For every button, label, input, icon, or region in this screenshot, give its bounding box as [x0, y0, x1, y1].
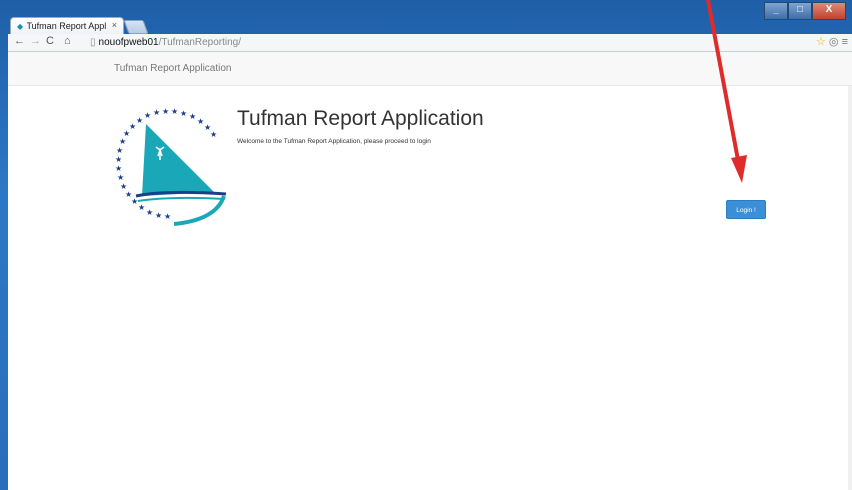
spc-logo: ★ ★ ★ ★ ★ ★ ★ ★ ★ ★ ★ ★ ★ ★ ★ ★ ★ ★ ★ ★ … [115, 107, 227, 226]
home-icon[interactable]: ⌂ [64, 35, 71, 47]
login-button[interactable]: Login ! [726, 200, 766, 219]
address-bar[interactable]: ▯ nouofpweb01/TufmanReporting/ [90, 36, 810, 49]
svg-text:★: ★ [115, 155, 122, 164]
logo-arc [173, 195, 226, 226]
window-controls: _ □ X [764, 2, 846, 20]
svg-text:★: ★ [153, 108, 160, 117]
logo-wave-2 [137, 196, 225, 202]
svg-text:★: ★ [210, 130, 217, 139]
close-window-button[interactable]: X [812, 2, 846, 20]
page-icon: ▯ [90, 37, 96, 48]
tab-close-icon[interactable]: × [112, 20, 117, 30]
svg-text:★: ★ [180, 109, 187, 118]
new-tab-button[interactable] [123, 20, 149, 34]
svg-text:★: ★ [119, 137, 126, 146]
extension-icon[interactable]: ◎ [829, 36, 839, 48]
logo-sail [142, 124, 214, 196]
svg-text:★: ★ [171, 107, 178, 116]
forward-icon[interactable]: → [30, 35, 41, 47]
browser-tab[interactable]: ◆ Tufman Report Appl × [10, 17, 124, 34]
site-navbar: Tufman Report Application [8, 52, 852, 86]
welcome-text: Welcome to the Tufman Report Application… [237, 138, 431, 145]
page-title: Tufman Report Application [237, 107, 484, 130]
svg-text:★: ★ [136, 116, 143, 125]
page-scrollbar[interactable] [848, 86, 852, 490]
svg-text:★: ★ [155, 211, 162, 220]
svg-text:★: ★ [138, 203, 145, 212]
maximize-button[interactable]: □ [788, 2, 812, 20]
star-icon[interactable]: ☆ [816, 36, 826, 48]
svg-text:★: ★ [144, 111, 151, 120]
svg-text:★: ★ [164, 212, 171, 221]
toolbar-right: ☆ ◎ ≡ [816, 35, 848, 48]
url-path: /TufmanReporting/ [158, 37, 242, 48]
page-viewport: Tufman Report Application ★ ★ ★ ★ ★ ★ ★ … [8, 52, 852, 490]
svg-text:★: ★ [116, 146, 123, 155]
reload-icon[interactable]: C [46, 35, 54, 47]
url-host: nouofpweb01 [98, 37, 159, 48]
svg-text:★: ★ [189, 112, 196, 121]
favicon-icon: ◆ [17, 22, 24, 31]
svg-text:★: ★ [146, 208, 153, 217]
navbar-brand[interactable]: Tufman Report Application [114, 63, 231, 74]
menu-icon[interactable]: ≡ [842, 36, 848, 48]
back-icon[interactable]: ← [14, 35, 25, 47]
tab-title: Tufman Report Appl [26, 21, 107, 31]
minimize-button[interactable]: _ [764, 2, 788, 20]
logo-wave-1 [135, 190, 227, 198]
tab-strip: ◆ Tufman Report Appl × _ □ X [0, 0, 852, 34]
svg-text:★: ★ [115, 164, 122, 173]
svg-text:★: ★ [117, 173, 124, 182]
svg-text:★: ★ [162, 107, 169, 116]
browser-toolbar: ← → C ⌂ ▯ nouofpweb01/TufmanReporting/ ☆ … [8, 34, 852, 52]
